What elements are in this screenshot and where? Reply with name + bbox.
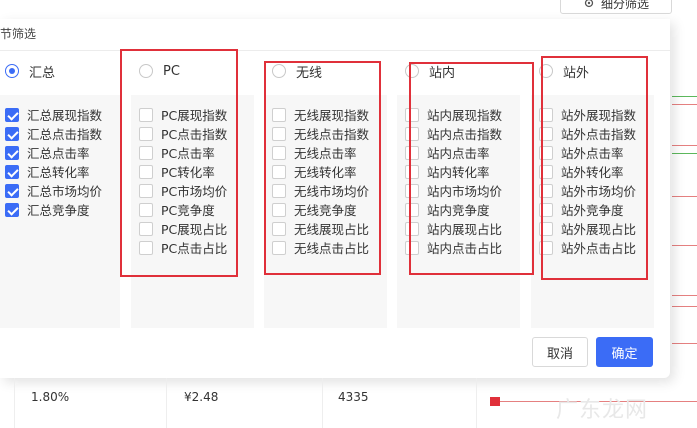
checkbox-label: 汇总点击指数: [27, 127, 103, 142]
checkbox-label: 汇总展现指数: [27, 108, 103, 123]
column-summary: 汇总 汇总展现指数 汇总点击指数 汇总点击率 汇总转化率 汇总市场均价 汇总竞争…: [0, 59, 120, 328]
checkbox-item[interactable]: 汇总转化率: [5, 162, 90, 181]
filter-button[interactable]: 细分筛选: [560, 0, 672, 14]
checkbox-label: 汇总点击率: [27, 146, 90, 161]
checkbox-item[interactable]: 汇总点击指数: [5, 124, 102, 143]
checkbox-label: 汇总转化率: [27, 165, 90, 180]
checkbox[interactable]: [5, 164, 19, 179]
checkbox-label: 汇总竞争度: [27, 203, 90, 218]
checkbox[interactable]: [5, 202, 19, 217]
highlight-box: [409, 62, 534, 275]
bg-line: [672, 153, 697, 154]
bg-line: [672, 96, 697, 97]
checkbox-label: 汇总市场均价: [27, 184, 103, 199]
confirm-button[interactable]: 确定: [596, 337, 653, 367]
table-divider: [14, 378, 15, 428]
bg-line: [672, 306, 697, 307]
checkbox-item[interactable]: 汇总市场均价: [5, 181, 102, 200]
table-divider: [322, 378, 323, 428]
highlight-box: [541, 56, 648, 280]
radio-summary[interactable]: [5, 64, 19, 78]
filter-modal: 节筛选 汇总 汇总展现指数 汇总点击指数 汇总点击率 汇总转化率 汇总市场均价 …: [0, 19, 670, 378]
divider: [0, 50, 670, 51]
checkbox[interactable]: [5, 183, 19, 198]
modal-title: 节筛选: [0, 27, 37, 41]
highlight-box: [120, 49, 238, 277]
watermark: 广东龙网: [556, 398, 649, 423]
checkbox-item[interactable]: 汇总点击率: [5, 143, 90, 162]
background-table-edge: [670, 19, 697, 378]
bg-line: [672, 245, 697, 246]
table-cell-count: 4335: [338, 390, 369, 404]
trend-marker: [490, 397, 500, 406]
checkbox[interactable]: [5, 145, 19, 160]
highlight-box: [264, 61, 381, 275]
bg-line: [672, 295, 697, 296]
checkbox[interactable]: [5, 126, 19, 141]
checkbox-item[interactable]: 汇总展现指数: [5, 105, 102, 124]
checkbox[interactable]: [5, 107, 19, 122]
table-cell-rate: 1.80%: [31, 390, 70, 404]
bg-line: [672, 196, 697, 197]
table-divider: [476, 378, 477, 428]
filter-button-label: 细分筛选: [600, 0, 649, 11]
gear-icon: [584, 0, 594, 8]
checkbox-item[interactable]: 汇总竞争度: [5, 200, 90, 219]
column-label: 汇总: [29, 65, 56, 81]
table-divider: [166, 378, 167, 428]
table-cell-price: ¥2.48: [184, 390, 219, 404]
cancel-button[interactable]: 取消: [532, 337, 588, 367]
bg-line: [672, 343, 697, 344]
bg-line: [672, 104, 697, 105]
column-header[interactable]: 汇总: [0, 59, 120, 83]
bg-line: [672, 145, 697, 146]
